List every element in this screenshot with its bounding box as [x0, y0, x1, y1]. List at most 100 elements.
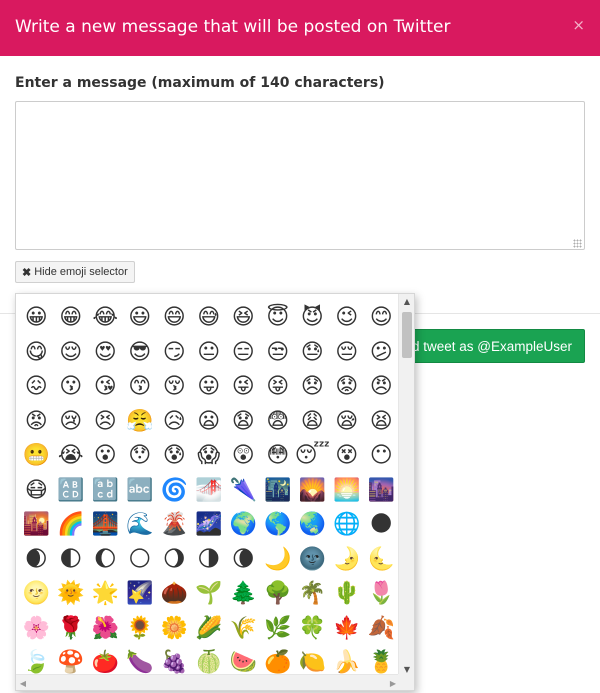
- emoji-option[interactable]: 😧: [226, 405, 261, 440]
- emoji-option[interactable]: 😌: [54, 336, 89, 371]
- horizontal-scrollbar[interactable]: ◀ ▶: [16, 674, 400, 690]
- emoji-option[interactable]: 😋: [19, 336, 54, 371]
- emoji-option[interactable]: 😵: [330, 439, 365, 474]
- emoji-option[interactable]: 😆: [226, 301, 261, 336]
- emoji-option[interactable]: 😍: [88, 336, 123, 371]
- hide-emoji-selector-button[interactable]: ✖ Hide emoji selector: [15, 261, 135, 283]
- emoji-option[interactable]: 🌝: [19, 577, 54, 612]
- emoji-option[interactable]: 🔡: [88, 474, 123, 509]
- emoji-option[interactable]: 😶: [364, 439, 399, 474]
- scroll-up-icon[interactable]: ▲: [399, 294, 414, 308]
- emoji-option[interactable]: 😦: [192, 405, 227, 440]
- emoji-option[interactable]: 🌙: [261, 543, 296, 578]
- emoji-option[interactable]: 🌰: [157, 577, 192, 612]
- emoji-option[interactable]: 🌀: [157, 474, 192, 509]
- emoji-option[interactable]: 😝: [261, 370, 296, 405]
- emoji-selector[interactable]: 😀 😁 😂 😃 😄 😅 😆 😇 😈 😉 😊 😋 😌 😍 😎 😏 😐 😑 😒 😓 😔 😕 😖 😗 😘 😙 😚 😛 😜 😝 😞 😟 😠 😡 😢 😣 😤 😥 😦 😧…: [15, 293, 415, 691]
- emoji-option[interactable]: 🌚: [295, 543, 330, 578]
- emoji-option[interactable]: 🌂: [226, 474, 261, 509]
- emoji-option[interactable]: 🌵: [330, 577, 365, 612]
- emoji-option[interactable]: 🌊: [123, 508, 158, 543]
- emoji-option[interactable]: 😅: [192, 301, 227, 336]
- emoji-option[interactable]: 😳: [261, 439, 296, 474]
- emoji-option[interactable]: 🌏: [295, 508, 330, 543]
- emoji-option[interactable]: 🌴: [295, 577, 330, 612]
- emoji-option[interactable]: 😘: [88, 370, 123, 405]
- emoji-option[interactable]: 😣: [88, 405, 123, 440]
- emoji-option[interactable]: 🌹: [54, 612, 89, 647]
- scroll-thumb[interactable]: [402, 312, 412, 358]
- emoji-option[interactable]: 😖: [19, 370, 54, 405]
- emoji-option[interactable]: 😮: [88, 439, 123, 474]
- emoji-option[interactable]: 😥: [157, 405, 192, 440]
- emoji-option[interactable]: 🌲: [226, 577, 261, 612]
- emoji-option[interactable]: 😟: [330, 370, 365, 405]
- emoji-option[interactable]: 🔠: [54, 474, 89, 509]
- emoji-option[interactable]: 😬: [19, 439, 54, 474]
- emoji-option[interactable]: 🌱: [192, 577, 227, 612]
- emoji-option[interactable]: 🌒: [19, 543, 54, 578]
- emoji-option[interactable]: 🍂: [364, 612, 399, 647]
- emoji-option[interactable]: 🌷: [364, 577, 399, 612]
- emoji-option[interactable]: 🌑: [364, 508, 399, 543]
- emoji-option[interactable]: 😩: [295, 405, 330, 440]
- emoji-option[interactable]: 😁: [54, 301, 89, 336]
- emoji-option[interactable]: 😄: [157, 301, 192, 336]
- emoji-option[interactable]: 😔: [330, 336, 365, 371]
- emoji-option[interactable]: 🌋: [157, 508, 192, 543]
- resize-grip-icon[interactable]: [573, 239, 582, 248]
- emoji-option[interactable]: 😱: [192, 439, 227, 474]
- emoji-option[interactable]: 🍁: [330, 612, 365, 647]
- emoji-option[interactable]: 🌎: [261, 508, 296, 543]
- emoji-option[interactable]: 😡: [19, 405, 54, 440]
- emoji-option[interactable]: 🌻: [123, 612, 158, 647]
- emoji-option[interactable]: 🌔: [88, 543, 123, 578]
- emoji-option[interactable]: 🔤: [123, 474, 158, 509]
- emoji-option[interactable]: 🌘: [226, 543, 261, 578]
- emoji-option[interactable]: 😨: [261, 405, 296, 440]
- emoji-option[interactable]: 😙: [123, 370, 158, 405]
- emoji-option[interactable]: 😫: [364, 405, 399, 440]
- emoji-option[interactable]: 🌜: [364, 543, 399, 578]
- emoji-option[interactable]: 😤: [123, 405, 158, 440]
- message-input[interactable]: [15, 101, 585, 250]
- emoji-option[interactable]: 😷: [19, 474, 54, 509]
- close-icon[interactable]: ×: [572, 16, 585, 34]
- emoji-option[interactable]: 🌍: [226, 508, 261, 543]
- emoji-option[interactable]: 🌗: [192, 543, 227, 578]
- emoji-option[interactable]: 😞: [295, 370, 330, 405]
- emoji-option[interactable]: 🌃: [261, 474, 296, 509]
- emoji-option[interactable]: 🌠: [123, 577, 158, 612]
- emoji-option[interactable]: 😈: [295, 301, 330, 336]
- emoji-option[interactable]: 😃: [123, 301, 158, 336]
- emoji-option[interactable]: 🌆: [364, 474, 399, 509]
- emoji-option[interactable]: 🌅: [330, 474, 365, 509]
- emoji-option[interactable]: 😜: [226, 370, 261, 405]
- emoji-option[interactable]: 🌛: [330, 543, 365, 578]
- emoji-option[interactable]: 😛: [192, 370, 227, 405]
- emoji-option[interactable]: 😲: [226, 439, 261, 474]
- emoji-option[interactable]: 😇: [261, 301, 296, 336]
- emoji-option[interactable]: 🌺: [88, 612, 123, 647]
- emoji-option[interactable]: 😓: [295, 336, 330, 371]
- emoji-option[interactable]: 🌾: [226, 612, 261, 647]
- emoji-option[interactable]: 🌿: [261, 612, 296, 647]
- emoji-option[interactable]: 😒: [261, 336, 296, 371]
- emoji-option[interactable]: 😰: [157, 439, 192, 474]
- emoji-option[interactable]: 🌳: [261, 577, 296, 612]
- emoji-option[interactable]: 😯: [123, 439, 158, 474]
- emoji-option[interactable]: 🌟: [88, 577, 123, 612]
- emoji-option[interactable]: 🌄: [295, 474, 330, 509]
- emoji-option[interactable]: 🌞: [54, 577, 89, 612]
- emoji-option[interactable]: 😠: [364, 370, 399, 405]
- emoji-option[interactable]: 🌌: [192, 508, 227, 543]
- emoji-option[interactable]: 😉: [330, 301, 365, 336]
- emoji-option[interactable]: 🌁: [192, 474, 227, 509]
- emoji-option[interactable]: 🌼: [157, 612, 192, 647]
- emoji-option[interactable]: 😀: [19, 301, 54, 336]
- emoji-option[interactable]: 😎: [123, 336, 158, 371]
- emoji-option[interactable]: 🌸: [19, 612, 54, 647]
- emoji-option[interactable]: 😐: [192, 336, 227, 371]
- emoji-option[interactable]: 😕: [364, 336, 399, 371]
- emoji-option[interactable]: 🌐: [330, 508, 365, 543]
